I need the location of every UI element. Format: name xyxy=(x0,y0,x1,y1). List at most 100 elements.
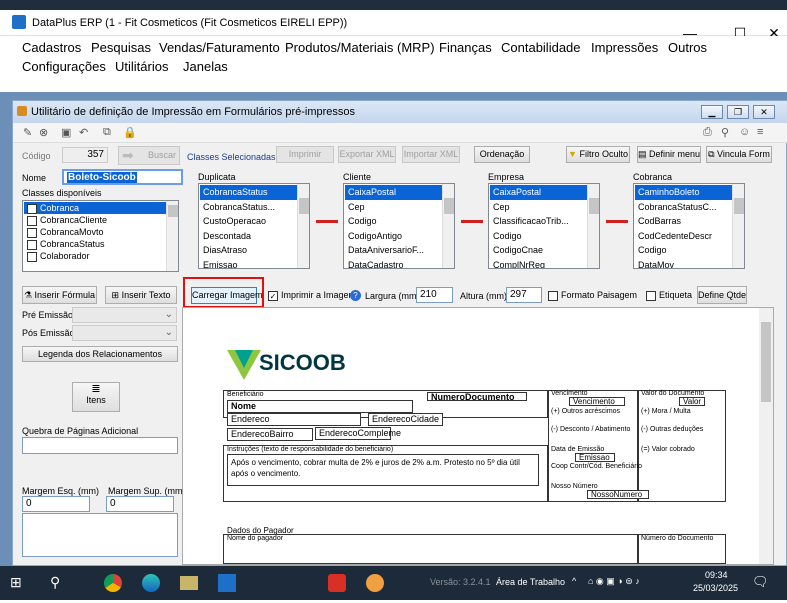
ordenacao-button[interactable]: Ordenação xyxy=(474,146,530,163)
field-item[interactable]: ComplNrReg xyxy=(490,258,587,269)
menu-configuracoes[interactable]: Configurações xyxy=(22,59,106,74)
field-item[interactable]: CaminhoBoleto xyxy=(635,185,732,200)
numero-documento-box[interactable]: NumeroDocumento xyxy=(427,392,527,402)
edit-icon[interactable]: ✎ xyxy=(23,126,32,139)
group-scrollbar[interactable] xyxy=(587,184,599,268)
field-item[interactable]: CustoOperacao xyxy=(200,214,297,229)
class-item[interactable]: CobrancaMovto xyxy=(24,226,166,238)
valor-box[interactable]: Valor xyxy=(679,397,705,406)
search-icon[interactable]: ⚲ xyxy=(721,126,729,139)
checkbox-icon[interactable] xyxy=(27,251,37,262)
preview-scrollbar[interactable] xyxy=(759,308,773,564)
instrucoes-text[interactable]: Após o vencimento, cobrar multa de 2% e … xyxy=(227,454,539,486)
nosso-numero-box[interactable]: NossoNumero xyxy=(587,490,649,499)
field-item[interactable]: CodBarras xyxy=(635,214,732,229)
child-minimize-button[interactable]: ▁ xyxy=(701,105,723,119)
field-item[interactable]: CobrancaStatus xyxy=(200,185,297,200)
filtro-oculto-button[interactable]: ▼ Filtro Oculto xyxy=(566,146,630,163)
save-icon[interactable]: ▣ xyxy=(61,126,71,139)
imprimir-imagem-checkbox[interactable]: ✓ Imprimir a Imagem xyxy=(268,290,356,301)
field-item[interactable]: Cep xyxy=(490,200,587,215)
menu-cadastros[interactable]: Cadastros xyxy=(22,40,81,55)
checkbox-icon[interactable] xyxy=(27,239,37,250)
field-item[interactable]: Descontada xyxy=(200,229,297,244)
user-icon[interactable]: ☺ xyxy=(739,126,750,138)
etiqueta-checkbox[interactable]: Etiqueta xyxy=(646,290,692,301)
inserir-formula-button[interactable]: ⚗ Inserir Fórmula xyxy=(22,286,97,304)
field-item[interactable]: CobrancaStatusC... xyxy=(635,200,732,215)
notes-area[interactable] xyxy=(22,513,178,557)
field-item[interactable]: CodigoCnae xyxy=(490,243,587,258)
menu-outros[interactable]: Outros xyxy=(668,40,707,55)
tray-chevron-icon[interactable]: ^ xyxy=(572,576,576,596)
field-item[interactable]: Codigo xyxy=(635,243,732,258)
imprimir-button[interactable]: Imprimir xyxy=(276,146,334,163)
field-item[interactable]: Emissao xyxy=(200,258,297,269)
quebra-field[interactable] xyxy=(22,437,178,454)
menu-pesquisas[interactable]: Pesquisas xyxy=(91,40,151,55)
endereco-compl-box[interactable]: EnderecoCompleme xyxy=(315,427,401,440)
altura-field[interactable]: 297 xyxy=(506,287,542,303)
group-scrollbar[interactable] xyxy=(732,184,744,268)
checkbox-icon[interactable]: ✓ xyxy=(27,203,37,214)
itens-button[interactable]: ≣ Itens xyxy=(72,382,120,412)
vencimento-box[interactable]: Vencimento xyxy=(569,397,625,406)
child-restore-button[interactable]: ❐ xyxy=(727,105,749,119)
field-item[interactable]: DataMov xyxy=(635,258,732,269)
class-item[interactable]: Colaborador xyxy=(24,250,166,262)
field-item[interactable]: Codigo xyxy=(490,229,587,244)
margem-esq-field[interactable]: 0 xyxy=(22,496,90,512)
dataplus-icon[interactable] xyxy=(218,574,236,592)
endereco-cidade-box[interactable]: EnderecoCidade xyxy=(368,413,443,426)
menu-utilitarios[interactable]: Utilitários xyxy=(115,59,168,74)
checkbox-icon[interactable] xyxy=(27,215,37,226)
exportar-xml-button[interactable]: Exportar XML xyxy=(338,146,396,163)
group-scrollbar[interactable] xyxy=(297,184,309,268)
clock-date[interactable]: 25/03/2025 xyxy=(693,583,738,603)
legenda-button[interactable]: Legenda dos Relacionamentos xyxy=(22,346,178,362)
area-trabalho-label[interactable]: Área de Trabalho xyxy=(496,577,565,597)
field-item[interactable]: CobrancaStatus... xyxy=(200,200,297,215)
group-scrollbar[interactable] xyxy=(442,184,454,268)
field-item[interactable]: ClassificacaoTrib... xyxy=(490,214,587,229)
print-icon[interactable]: ⎙ xyxy=(703,126,712,139)
class-item[interactable]: CobrancaCliente xyxy=(24,214,166,226)
group-field-list[interactable]: CaixaPostal Cep ClassificacaoTrib... Codigo… xyxy=(488,183,600,269)
cancel-icon[interactable]: ⊗ xyxy=(39,126,48,139)
nome-field[interactable]: Boleto-Sicoob xyxy=(62,169,183,185)
form-preview[interactable]: SICOOB Beneficiário Nome NumeroDocumento… xyxy=(182,307,774,565)
class-item[interactable]: CobrancaStatus xyxy=(24,238,166,250)
lock-icon[interactable]: 🔒 xyxy=(123,126,137,139)
field-item[interactable]: CodCedenteDescr xyxy=(635,229,732,244)
definir-menu-button[interactable]: ▤ Definir menu xyxy=(637,146,701,163)
notification-icon[interactable]: 🗨 xyxy=(752,574,769,594)
define-qtde-button[interactable]: Define Qtde xyxy=(697,286,747,304)
anydesk-icon[interactable] xyxy=(328,574,346,592)
field-item[interactable]: CaixaPostal xyxy=(345,185,442,200)
buscar-button[interactable]: ➡ Buscar xyxy=(118,146,180,165)
pos-emissao-select[interactable]: ⌄ xyxy=(72,325,177,341)
pre-emissao-select[interactable]: ⌄ xyxy=(72,307,177,323)
inserir-texto-button[interactable]: ⊞ Inserir Texto xyxy=(105,286,177,304)
margem-sup-field[interactable]: 0 xyxy=(106,496,174,512)
field-item[interactable]: DiasAtraso xyxy=(200,243,297,258)
class-item[interactable]: ✓ Cobranca xyxy=(24,202,166,214)
formato-paisagem-checkbox[interactable]: Formato Paisagem xyxy=(548,290,637,301)
classes-scrollbar[interactable] xyxy=(166,201,178,271)
field-item[interactable]: CaixaPostal xyxy=(490,185,587,200)
tray-icons[interactable]: ⌂ ◉ ▣ ◑ ⊜ ♪ xyxy=(588,576,640,596)
carregar-imagem-button[interactable]: Carregar Imagem xyxy=(191,287,263,304)
edge-icon[interactable] xyxy=(142,574,160,592)
emissao-box[interactable]: Emissao xyxy=(575,453,615,462)
checkbox-icon[interactable] xyxy=(27,227,37,238)
field-item[interactable]: Cep xyxy=(345,200,442,215)
search-icon[interactable]: ⚲ xyxy=(50,574,60,594)
largura-field[interactable]: 210 xyxy=(416,287,453,303)
list-icon[interactable]: ≡ xyxy=(757,126,763,138)
field-item[interactable]: CodigoAntigo xyxy=(345,229,442,244)
field-item[interactable]: DataCadastro xyxy=(345,258,442,269)
menu-janelas[interactable]: Janelas xyxy=(183,59,228,74)
group-field-list[interactable]: CaixaPostal Cep Codigo CodigoAntigo DataAniv… xyxy=(343,183,455,269)
child-close-button[interactable]: ✕ xyxy=(753,105,775,119)
app-icon[interactable] xyxy=(180,576,198,590)
